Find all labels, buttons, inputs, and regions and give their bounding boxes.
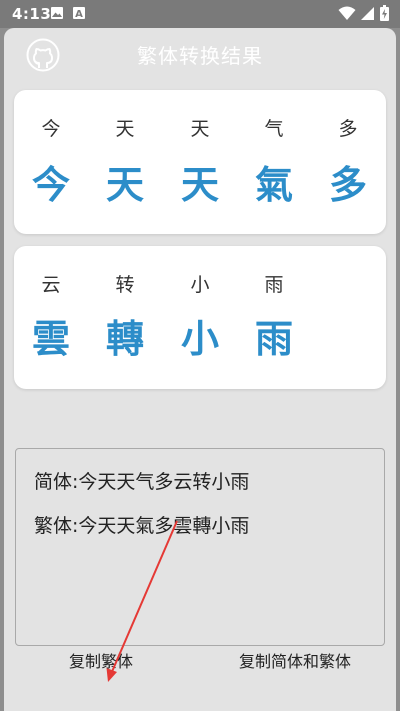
- traditional-char: 雨: [254, 317, 293, 361]
- status-bar: 4:13 A: [0, 0, 400, 28]
- traditional-char: 氣: [254, 163, 293, 207]
- status-time: 4:13: [12, 5, 52, 23]
- simplified-char: 天: [115, 118, 135, 140]
- traditional-char: 今: [31, 163, 70, 207]
- simplified-char: 转: [115, 274, 135, 296]
- traditional-result-line: 繁体:今天天氣多雲轉小雨: [34, 515, 250, 537]
- simplified-char: 天: [190, 118, 210, 140]
- simplified-char: 多: [338, 118, 358, 140]
- font-a-icon: A: [73, 7, 85, 20]
- traditional-char: 多: [328, 163, 367, 207]
- traditional-char: 天: [105, 163, 144, 207]
- simplified-result-line: 简体:今天天气多云转小雨: [34, 471, 250, 493]
- result-dialog: 繁体转换结果 今 今 天 天 天 天 气 氣 多 多 云 雲 转 轉 小 小 雨…: [4, 28, 396, 711]
- traditional-char: 小: [180, 317, 219, 361]
- conversion-card-1: 今 今 天 天 天 天 气 氣 多 多: [14, 90, 386, 234]
- conversion-card-2: 云 雲 转 轉 小 小 雨 雨: [14, 246, 386, 389]
- copy-traditional-button[interactable]: 复制繁体: [69, 648, 133, 672]
- result-text-box[interactable]: 简体:今天天气多云转小雨 繁体:今天天氣多雲轉小雨: [15, 448, 385, 646]
- traditional-char: 雲: [31, 317, 70, 361]
- svg-text:A: A: [75, 9, 83, 20]
- simplified-char: 气: [264, 118, 284, 140]
- battery-icon: [380, 5, 389, 21]
- simplified-char: 今: [41, 118, 61, 140]
- signal-icon: [361, 7, 374, 20]
- image-icon: [51, 7, 63, 19]
- copy-both-button[interactable]: 复制简体和繁体: [239, 648, 351, 672]
- title-bar: 繁体转换结果: [4, 28, 396, 82]
- dialog-title: 繁体转换结果: [137, 44, 263, 68]
- traditional-char: 轉: [105, 317, 144, 361]
- simplified-char: 雨: [264, 274, 284, 296]
- wifi-icon: [338, 6, 356, 20]
- simplified-char: 小: [190, 274, 210, 296]
- traditional-char: 天: [180, 163, 219, 207]
- simplified-char: 云: [41, 274, 61, 296]
